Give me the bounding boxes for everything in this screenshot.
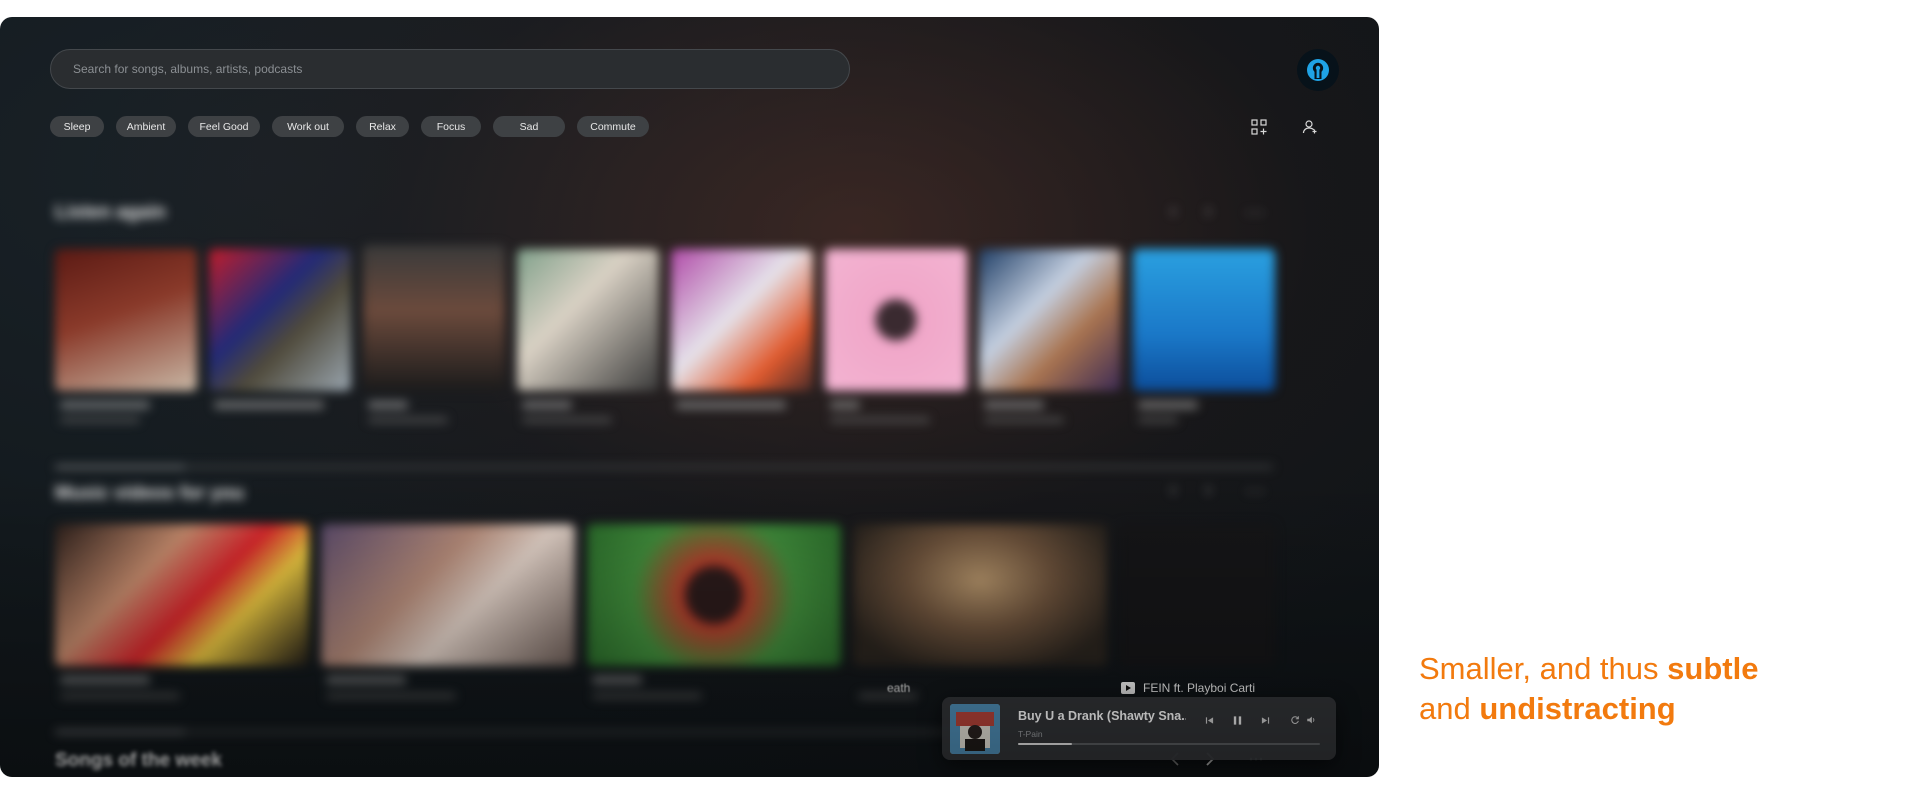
grid-add-icon[interactable] xyxy=(1249,117,1269,137)
tile-subcaption xyxy=(60,693,180,699)
tile-caption xyxy=(368,401,408,409)
album-tile xyxy=(825,249,967,391)
tile-caption xyxy=(326,676,406,684)
mini-player[interactable]: Buy U a Drank (Shawty Sna... T-Pain xyxy=(942,697,1336,760)
caption-text: and xyxy=(1419,691,1480,726)
progress-fill xyxy=(1018,743,1073,745)
chip-commute[interactable]: Commute xyxy=(577,116,649,137)
next-video-title: FEIN ft. Playboi Carti xyxy=(1143,681,1256,695)
video-tile xyxy=(853,524,1107,666)
chip-sad[interactable]: Sad xyxy=(493,116,565,137)
skip-next-icon[interactable] xyxy=(1257,712,1273,728)
tile-subcaption xyxy=(522,417,612,423)
tile-subcaption xyxy=(984,417,1064,423)
stage: Listen again ‹ › ⋯ Music videos for you … xyxy=(0,0,1920,794)
video-icon xyxy=(1121,682,1135,694)
chevron-left-icon: ‹ xyxy=(1170,200,1177,222)
video-title-behind-player: eath xyxy=(887,681,911,695)
tile-subcaption xyxy=(830,417,930,423)
chip-ambient[interactable]: Ambient xyxy=(116,116,176,137)
video-tile xyxy=(55,524,309,666)
user-add-icon[interactable] xyxy=(1300,117,1320,137)
tile-caption xyxy=(214,401,324,409)
tile-caption xyxy=(592,676,642,684)
tile-subcaption xyxy=(1138,417,1178,423)
more-horizontal-icon: ⋯ xyxy=(1245,481,1265,503)
chevron-right-icon: › xyxy=(1205,200,1212,222)
caption-emphasis: subtle xyxy=(1667,651,1759,686)
chip-relax[interactable]: Relax xyxy=(356,116,409,137)
caption-emphasis: undistracting xyxy=(1479,691,1676,726)
tile-caption xyxy=(522,401,572,409)
tile-caption xyxy=(984,401,1044,409)
more-horizontal-icon: ⋯ xyxy=(1245,202,1265,224)
chip-focus[interactable]: Focus xyxy=(421,116,481,137)
tile-caption xyxy=(676,401,786,409)
tile-subcaption xyxy=(368,417,448,423)
repeat-icon[interactable] xyxy=(1287,712,1303,728)
skip-previous-icon[interactable] xyxy=(1201,712,1217,728)
search-bar[interactable] xyxy=(50,49,850,89)
next-video-caption: FEIN ft. Playboi Carti xyxy=(1121,681,1255,695)
caption-line-1: Smaller, and thus subtle xyxy=(1419,649,1758,689)
tile-caption xyxy=(60,401,150,409)
video-tile xyxy=(587,524,841,666)
chevron-right-icon: › xyxy=(1205,479,1212,501)
track-title[interactable]: Buy U a Drank (Shawty Sna... xyxy=(1018,709,1186,723)
progress-bar[interactable] xyxy=(1018,743,1320,745)
album-tile xyxy=(671,249,813,391)
user-avatar-icon[interactable] xyxy=(1297,49,1339,91)
volume-icon[interactable] xyxy=(1303,712,1319,728)
caption-line-2: and undistracting xyxy=(1419,689,1758,729)
scrollbar xyxy=(55,465,1273,469)
caption-text: Smaller, and thus xyxy=(1419,651,1668,686)
album-tile xyxy=(363,245,505,391)
scrollbar xyxy=(55,730,955,734)
section-title-music-videos: Music videos for you xyxy=(55,483,244,504)
album-tile xyxy=(1133,249,1275,391)
tile-subcaption xyxy=(326,693,456,699)
track-artist[interactable]: T-Pain xyxy=(1018,729,1043,739)
tile-subcaption xyxy=(592,693,702,699)
album-tile xyxy=(517,249,659,391)
section-title-listen-again: Listen again xyxy=(55,202,166,223)
pause-icon[interactable] xyxy=(1229,712,1245,728)
video-tile xyxy=(321,524,575,666)
album-tile xyxy=(209,249,351,391)
mood-chips: Sleep Ambient Feel Good Work out Relax F… xyxy=(50,116,661,137)
chip-work-out[interactable]: Work out xyxy=(272,116,344,137)
chevron-left-icon: ‹ xyxy=(1170,479,1177,501)
caption: Smaller, and thus subtle and undistracti… xyxy=(1419,649,1758,729)
album-tile xyxy=(55,249,197,391)
video-tile xyxy=(1119,524,1275,666)
tile-caption xyxy=(1138,401,1198,409)
album-tile xyxy=(979,249,1121,391)
tile-subcaption xyxy=(60,417,140,423)
search-input[interactable] xyxy=(73,62,849,76)
tile-caption xyxy=(60,676,150,684)
user-avatar-icon-graphic xyxy=(1307,59,1329,81)
section-title-songs-of-the-week: Songs of the week xyxy=(55,750,222,771)
chip-sleep[interactable]: Sleep xyxy=(50,116,104,137)
tile-caption xyxy=(830,401,860,409)
album-art[interactable] xyxy=(950,704,1000,754)
app-window: Listen again ‹ › ⋯ Music videos for you … xyxy=(0,17,1379,777)
chip-feel-good[interactable]: Feel Good xyxy=(188,116,260,137)
